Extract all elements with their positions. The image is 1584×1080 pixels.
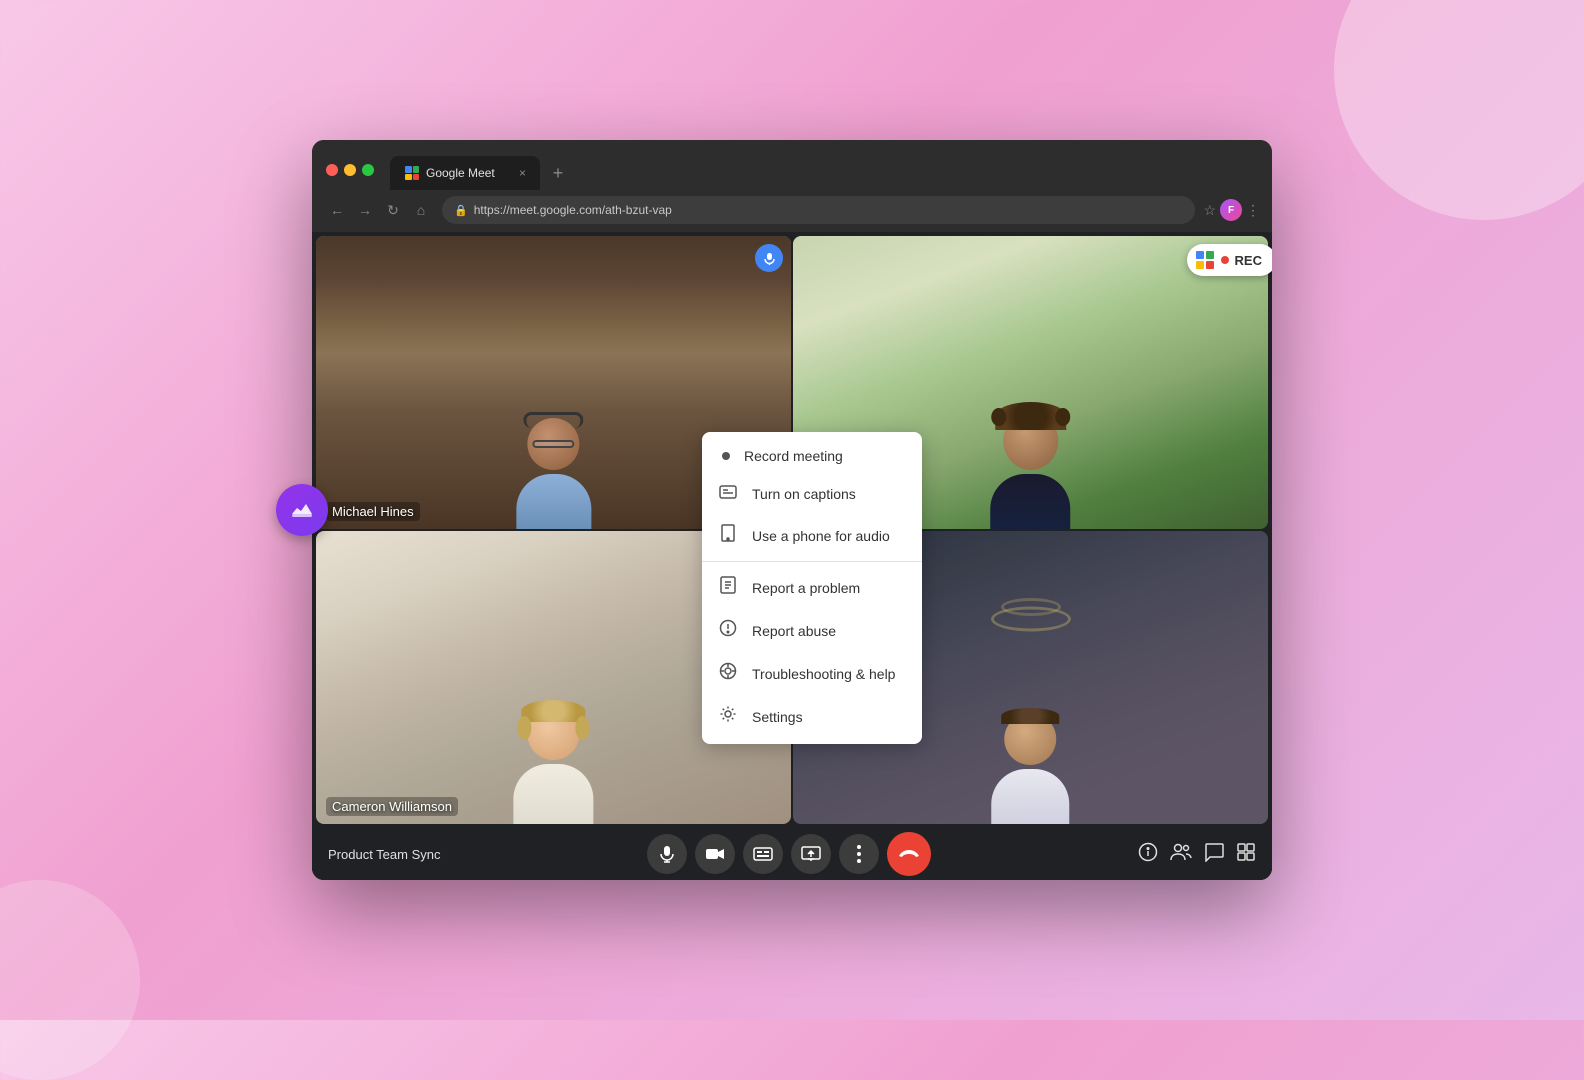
menu-item-troubleshooting[interactable]: Troubleshooting & help bbox=[702, 652, 922, 695]
info-icon[interactable] bbox=[1138, 842, 1158, 867]
captions-button[interactable] bbox=[743, 834, 783, 874]
menu-item-report-problem-label: Report a problem bbox=[752, 580, 860, 596]
more-options-button[interactable] bbox=[839, 834, 879, 874]
chat-icon[interactable] bbox=[1204, 842, 1224, 867]
rec-dot bbox=[1221, 256, 1229, 264]
present-button[interactable] bbox=[791, 834, 831, 874]
menu-item-settings[interactable]: Settings bbox=[702, 695, 922, 738]
home-button[interactable]: ⌂ bbox=[408, 197, 434, 223]
fullscreen-button[interactable] bbox=[362, 164, 374, 176]
address-bar-row: ← → ↻ ⌂ 🔒 https://meet.google.com/ath-bz… bbox=[312, 190, 1272, 232]
activities-icon[interactable] bbox=[1236, 842, 1256, 867]
settings-icon bbox=[718, 705, 738, 728]
menu-item-captions-label: Turn on captions bbox=[752, 486, 856, 502]
participant-name-michael: Michael Hines bbox=[326, 502, 420, 521]
report-problem-icon bbox=[718, 576, 738, 599]
address-bar-actions: ☆ F ⋮ bbox=[1203, 199, 1260, 221]
meeting-title: Product Team Sync bbox=[328, 847, 440, 862]
profile-avatar[interactable]: F bbox=[1220, 199, 1242, 221]
forward-button[interactable]: → bbox=[352, 197, 378, 223]
menu-item-troubleshooting-label: Troubleshooting & help bbox=[752, 666, 895, 682]
phone-icon bbox=[718, 524, 738, 547]
people-icon[interactable] bbox=[1170, 843, 1192, 866]
mic-button[interactable] bbox=[647, 834, 687, 874]
tab-title-text: Google Meet bbox=[426, 166, 495, 180]
mic-indicator-michael bbox=[755, 244, 783, 272]
context-menu: Record meeting Turn on captions bbox=[702, 432, 922, 744]
record-dot-icon bbox=[722, 452, 730, 460]
menu-item-report-problem[interactable]: Report a problem bbox=[702, 566, 922, 609]
minimize-button[interactable] bbox=[344, 164, 356, 176]
google-meet-logo bbox=[1195, 250, 1215, 270]
menu-item-phone[interactable]: Use a phone for audio bbox=[702, 514, 922, 557]
lock-icon: 🔒 bbox=[454, 204, 468, 217]
browser-chrome: Google Meet × + ← → ↻ ⌂ 🔒 https://meet.g… bbox=[312, 140, 1272, 232]
captions-icon bbox=[718, 484, 738, 504]
tab-favicon bbox=[404, 165, 420, 181]
menu-item-phone-label: Use a phone for audio bbox=[752, 528, 890, 544]
troubleshooting-icon bbox=[718, 662, 738, 685]
active-tab[interactable]: Google Meet × bbox=[390, 156, 540, 190]
end-call-button[interactable] bbox=[887, 832, 931, 876]
meet-content: REC bbox=[312, 232, 1272, 880]
controls-center bbox=[647, 832, 931, 876]
controls-bar: Product Team Sync bbox=[312, 828, 1272, 880]
titlebar: Google Meet × + bbox=[312, 140, 1272, 190]
menu-item-report-abuse[interactable]: Report abuse bbox=[702, 609, 922, 652]
back-button[interactable]: ← bbox=[324, 197, 350, 223]
clickup-floating-icon[interactable] bbox=[276, 484, 328, 536]
menu-item-report-abuse-label: Report abuse bbox=[752, 623, 836, 639]
menu-item-record-label: Record meeting bbox=[744, 448, 843, 464]
participant-name-cameron: Cameron Williamson bbox=[326, 797, 458, 816]
tab-bar: Google Meet × + bbox=[382, 156, 1258, 190]
close-button[interactable] bbox=[326, 164, 338, 176]
controls-right bbox=[1138, 842, 1256, 867]
report-abuse-icon bbox=[718, 619, 738, 642]
tab-close-icon[interactable]: × bbox=[519, 166, 526, 180]
url-text: https://meet.google.com/ath-bzut-vap bbox=[474, 203, 672, 217]
bookmark-icon[interactable]: ☆ bbox=[1203, 202, 1216, 219]
browser-menu-icon[interactable]: ⋮ bbox=[1246, 202, 1260, 219]
menu-divider bbox=[702, 561, 922, 562]
browser-window: Google Meet × + ← → ↻ ⌂ 🔒 https://meet.g… bbox=[312, 140, 1272, 880]
rec-badge: REC bbox=[1187, 244, 1272, 276]
menu-item-record[interactable]: Record meeting bbox=[702, 438, 922, 474]
reload-button[interactable]: ↻ bbox=[380, 197, 406, 223]
traffic-lights bbox=[326, 164, 374, 176]
camera-button[interactable] bbox=[695, 834, 735, 874]
nav-buttons: ← → ↻ ⌂ bbox=[324, 197, 434, 223]
new-tab-button[interactable]: + bbox=[544, 159, 572, 187]
menu-item-settings-label: Settings bbox=[752, 709, 803, 725]
address-bar[interactable]: 🔒 https://meet.google.com/ath-bzut-vap bbox=[442, 196, 1195, 224]
rec-text: REC bbox=[1235, 253, 1262, 268]
menu-item-captions[interactable]: Turn on captions bbox=[702, 474, 922, 514]
